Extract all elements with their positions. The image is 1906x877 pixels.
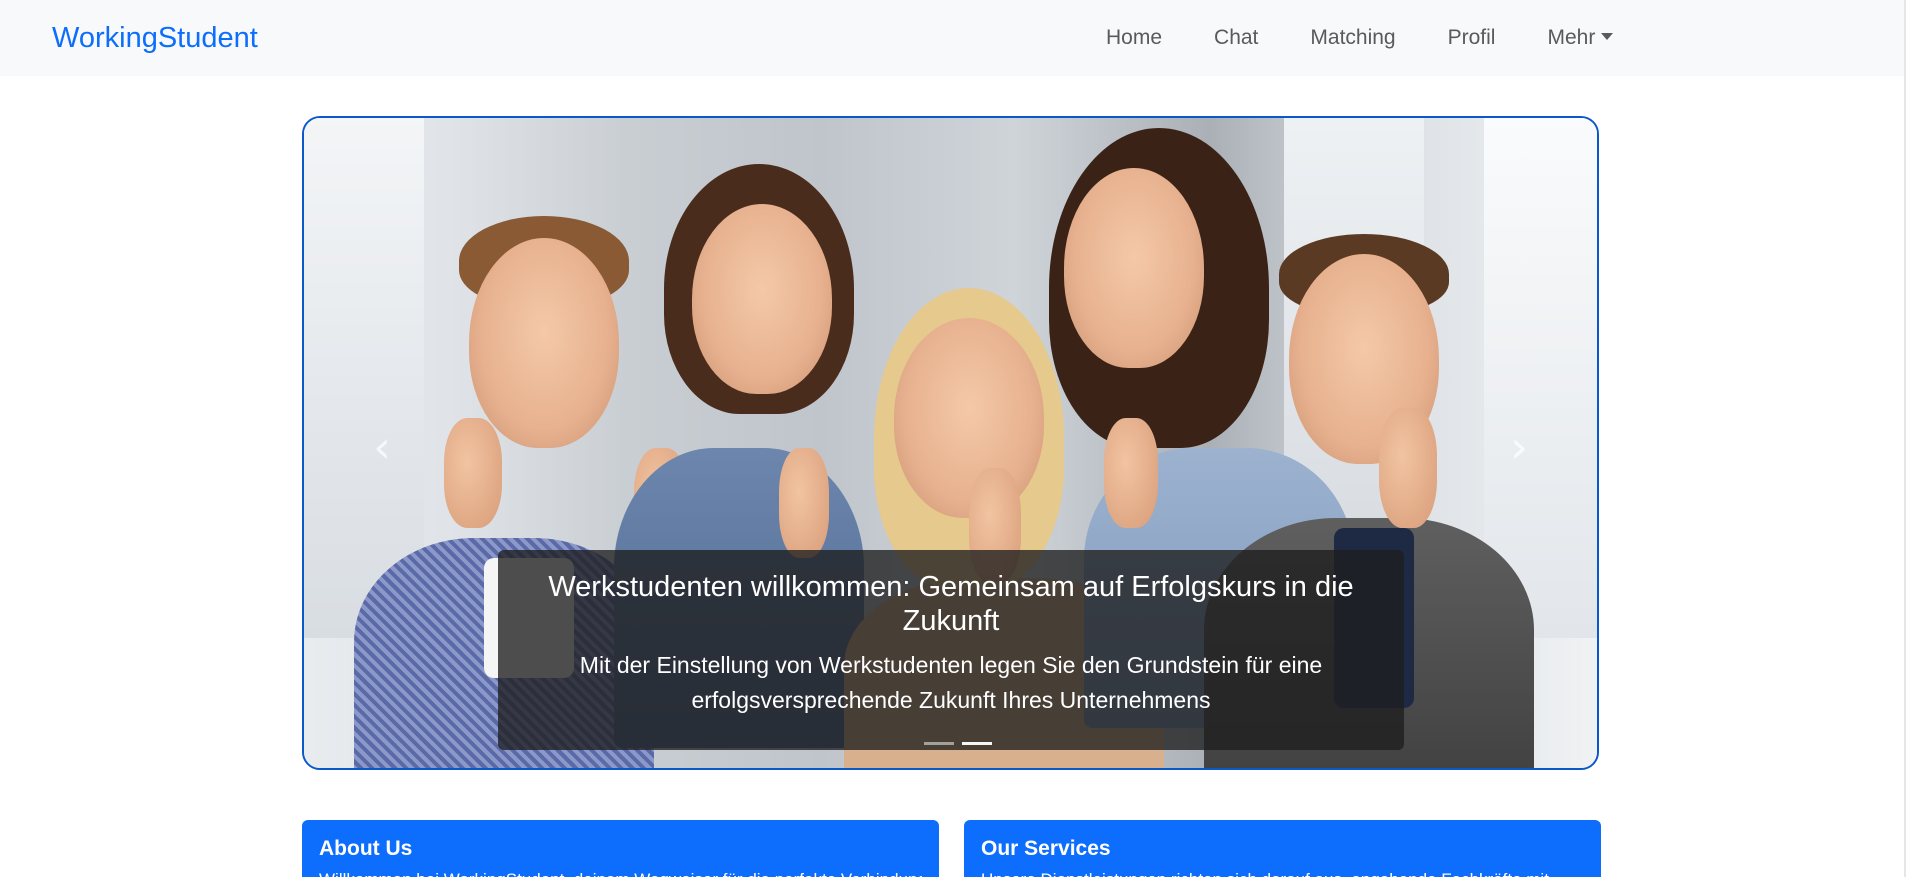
nav-chat[interactable]: Chat [1188, 0, 1284, 76]
top-navbar: WorkingStudent Home Chat Matching Profil… [0, 0, 1906, 76]
about-us-title: About Us [319, 837, 413, 860]
hero-carousel: ‹ › Werkstudenten willkommen: Gemeinsam … [302, 116, 1599, 770]
our-services-text: Unsere Dienstleistungen richten sich dar… [981, 868, 1584, 877]
carousel-caption-text: Mit der Einstellung von Werkstudenten le… [579, 652, 1323, 713]
our-services-card: Our Services Unsere Dienstleistungen ric… [964, 820, 1601, 877]
nav-profil[interactable]: Profil [1422, 0, 1522, 76]
about-us-card: About Us Willkommen bei WorkingStudent, … [302, 820, 939, 877]
carousel-indicators [924, 742, 992, 745]
brand-logo-link[interactable]: WorkingStudent [52, 20, 258, 56]
carousel-prev-control[interactable]: ‹ [362, 418, 402, 478]
about-us-text: Willkommen bei WorkingStudent, deinem We… [319, 868, 922, 877]
nav-matching[interactable]: Matching [1284, 0, 1421, 76]
carousel-caption-title: Werkstudenten willkommen: Gemeinsam auf … [548, 571, 1354, 637]
carousel-indicator-2[interactable] [962, 742, 992, 745]
nav-home[interactable]: Home [1080, 0, 1188, 76]
nav-links: Home Chat Matching Profil Mehr [1080, 0, 1619, 76]
nav-more-label: Mehr [1547, 26, 1596, 49]
nav-more-dropdown[interactable]: Mehr [1521, 0, 1619, 76]
our-services-title: Our Services [981, 837, 1111, 860]
carousel-next-control[interactable]: › [1499, 418, 1539, 478]
carousel-caption: Werkstudenten willkommen: Gemeinsam auf … [498, 550, 1404, 750]
carousel-indicator-1[interactable] [924, 742, 954, 745]
caret-down-icon [1601, 32, 1614, 40]
